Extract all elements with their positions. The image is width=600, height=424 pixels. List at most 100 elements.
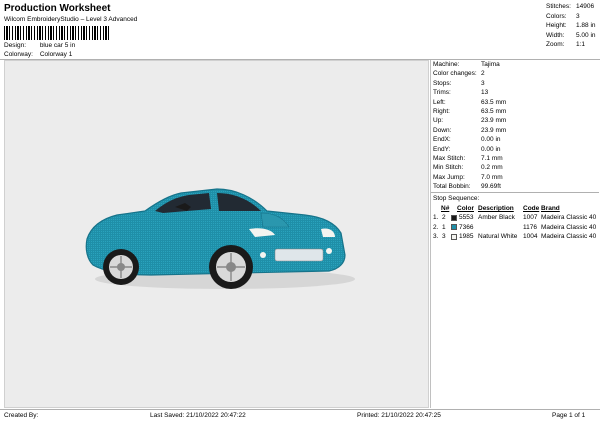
info-value: 63.5 mm	[481, 107, 507, 115]
stat-label: Height:	[546, 22, 567, 30]
sequence-row: 1. 2 5553 Amber Black 1007 Madeira Class…	[431, 213, 598, 222]
sequence-divider	[431, 192, 599, 194]
info-label: Total Bobbin:	[433, 183, 471, 191]
info-label: Stops:	[433, 79, 452, 87]
info-label: EndY:	[433, 145, 451, 153]
row-brand: Madeira Classic 40	[541, 214, 597, 222]
info-value: 23.9 mm	[481, 126, 507, 134]
row-code: 1007	[523, 214, 538, 222]
header-brand: Brand	[541, 204, 560, 212]
last-saved: Last Saved: 21/10/2022 20:47:22	[150, 412, 246, 419]
stat-label: Colors:	[546, 12, 567, 20]
row-code: 1176	[523, 223, 537, 231]
design-value: blue car 5 in	[39, 42, 76, 49]
row-index: 2.	[433, 223, 439, 231]
info-row-left: Left: 63.5 mm	[431, 98, 598, 107]
info-row-endy: EndY: 0.00 in	[431, 145, 598, 154]
info-row-down: Down: 23.9 mm	[431, 126, 598, 135]
created-by: Created By:	[4, 412, 39, 419]
info-row-stops: Stops: 3	[431, 79, 598, 88]
row-brand: Madeira Classic 40	[541, 223, 597, 231]
row-needle: 1	[442, 223, 446, 231]
info-label: Machine:	[433, 61, 460, 68]
header-color: Color	[457, 204, 474, 212]
stat-width: Width: 5.00 in	[546, 32, 596, 42]
row-index: 1.	[433, 214, 439, 222]
sequence-row: 2. 1 7366 1176 Madeira Classic 40	[431, 223, 598, 232]
row-description: Natural White	[478, 233, 518, 241]
info-value: 99.69ft	[481, 183, 501, 191]
info-value: 2	[481, 70, 485, 78]
info-value: 0.2 mm	[481, 164, 503, 172]
info-row-total-bobbin: Total Bobbin: 99.69ft	[431, 182, 598, 191]
row-needle: 2	[442, 214, 446, 222]
header-code: Code	[523, 204, 540, 212]
stat-value: 14906	[576, 3, 595, 10]
design-preview-canvas	[4, 60, 429, 408]
info-value: 23.9 mm	[481, 117, 507, 125]
design-row: Design: blue car 5 in	[4, 42, 75, 49]
info-label: Trims:	[433, 89, 451, 97]
stat-stitches: Stitches: 14906	[546, 3, 596, 13]
sequence-header-row: N# Color Description Code Brand	[431, 204, 598, 213]
info-value: 7.1 mm	[481, 154, 503, 162]
row-color-number: 7366	[459, 223, 474, 231]
info-label: Down:	[433, 126, 452, 134]
info-row-max-stitch: Max Stitch: 7.1 mm	[431, 154, 598, 163]
info-value: 0.00 in	[481, 145, 501, 153]
info-value: 0.00 in	[481, 136, 501, 144]
info-label: Up:	[433, 117, 444, 125]
header-n: N#	[441, 204, 450, 212]
info-label: EndX:	[433, 136, 451, 144]
color-swatch	[451, 224, 457, 231]
info-row-min-stitch: Min Stitch: 0.2 mm	[431, 163, 598, 172]
info-label: Right:	[433, 107, 450, 115]
page-number: Page 1 of 1	[552, 412, 586, 419]
colorway-row: Colorway: Colorway 1	[4, 51, 72, 58]
color-swatch	[451, 214, 457, 221]
info-row-endx: EndX: 0.00 in	[431, 135, 598, 144]
info-value: 7.0 mm	[481, 173, 503, 181]
stat-value: 3	[576, 12, 580, 20]
info-value: 3	[481, 79, 485, 87]
info-row-max-jump: Max Jump: 7.0 mm	[431, 173, 598, 182]
info-label: Max Stitch:	[433, 154, 466, 162]
colorway-value: Colorway 1	[39, 51, 73, 58]
info-row-trims: Trims: 13	[431, 88, 598, 97]
stat-value: 5.00 in	[576, 31, 596, 39]
footer-divider	[0, 409, 600, 410]
row-needle: 3	[442, 233, 446, 241]
row-index: 3.	[433, 233, 439, 241]
design-stats: Stitches: 14906 Colors: 3 Height: 1.88 in W…	[546, 3, 596, 51]
car-embroidery-image	[85, 188, 355, 289]
header-description: Description	[478, 204, 514, 212]
info-value: 63.5 mm	[481, 98, 507, 106]
stat-zoom: Zoom: 1:1	[546, 41, 596, 51]
stat-height: Height: 1.88 in	[546, 22, 596, 32]
row-color-number: 5553	[459, 214, 474, 222]
color-swatch	[451, 233, 457, 240]
row-color-number: 1985	[459, 233, 474, 241]
stat-label: Width:	[546, 31, 565, 39]
info-label: Min Stitch:	[433, 164, 464, 172]
info-label: Color changes:	[433, 70, 477, 78]
info-row-right: Right: 63.5 mm	[431, 107, 598, 116]
software-subtitle: Wilcom EmbroideryStudio – Level 3 Advanc…	[4, 16, 138, 23]
stat-colors: Colors: 3	[546, 13, 596, 23]
info-row-color-changes: Color changes: 2	[431, 69, 598, 78]
printed-date: Printed: 21/10/2022 20:47:25	[357, 412, 441, 419]
design-label: Design:	[4, 42, 27, 49]
stat-label: Stitches:	[546, 3, 571, 10]
row-code: 1004	[523, 233, 538, 241]
info-label: Left:	[433, 98, 446, 106]
sequence-row: 3. 3 1985 Natural White 1004 Madeira Cla…	[431, 232, 598, 241]
machine-info-panel: Machine: Tajima Color changes: 2 Stops: 3 T…	[430, 60, 599, 408]
info-row-up: Up: 23.9 mm	[431, 116, 598, 125]
stat-value: 1.88 in	[576, 22, 596, 30]
row-brand: Madeira Classic 40	[541, 233, 597, 241]
info-value: Tajima	[481, 61, 500, 68]
stat-value: 1:1	[576, 41, 586, 49]
info-row-machine: Machine: Tajima	[431, 60, 598, 69]
info-label: Max Jump:	[433, 173, 465, 181]
info-value: 13	[481, 89, 489, 97]
